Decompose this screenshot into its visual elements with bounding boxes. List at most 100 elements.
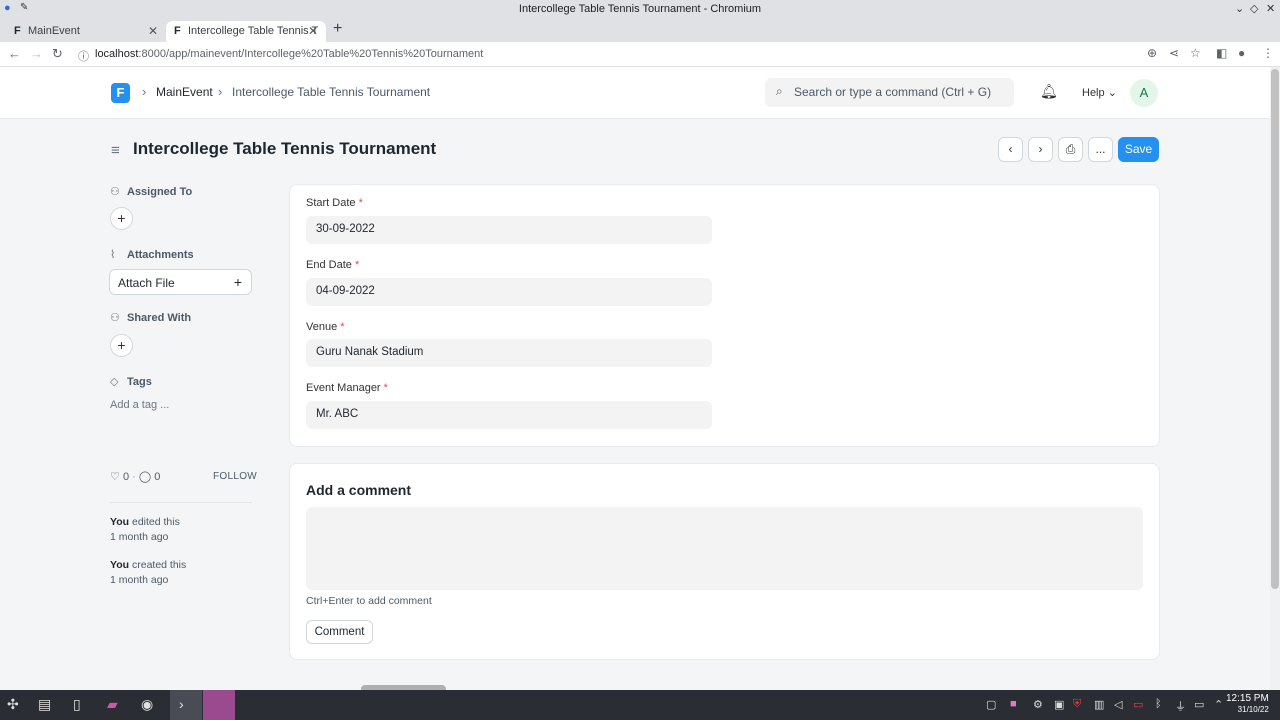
site-info-icon[interactable]: ⓘ bbox=[78, 48, 89, 64]
add-share-button[interactable]: + bbox=[110, 334, 133, 357]
tags-section: ◇ Tags bbox=[110, 376, 152, 388]
zoom-icon[interactable]: ⊕ bbox=[1147, 46, 1157, 60]
tab-mainevent[interactable]: F MainEvent ✕ bbox=[0, 21, 166, 42]
chevron-right-icon: › bbox=[1038, 142, 1043, 156]
active-taskbar-app[interactable] bbox=[203, 690, 235, 720]
comment-count: 0 bbox=[154, 471, 161, 483]
activity-action: created this bbox=[129, 559, 187, 571]
field-label-text: Venue bbox=[306, 321, 338, 333]
venue-label: Venue * bbox=[306, 321, 345, 333]
more-menu-button[interactable]: ... bbox=[1088, 137, 1113, 162]
url-host: localhost bbox=[95, 48, 139, 60]
maximize-icon[interactable]: ◇ bbox=[1250, 2, 1258, 15]
tray-app-icon[interactable]: ▣ bbox=[1054, 698, 1064, 711]
tab-strip: F MainEvent ✕ F Intercollege Table Tenni… bbox=[0, 19, 1280, 42]
scrollbar-thumb[interactable] bbox=[1271, 69, 1279, 589]
task-manager-icon[interactable]: ▤ bbox=[38, 696, 51, 713]
next-doc-button[interactable]: › bbox=[1028, 137, 1053, 162]
end-date-field[interactable]: 04-09-2022 bbox=[306, 278, 712, 306]
help-label: Help bbox=[1082, 87, 1105, 99]
add-assignee-button[interactable]: + bbox=[110, 207, 133, 230]
frappe-favicon-icon: F bbox=[174, 25, 181, 37]
reload-icon[interactable]: ↻ bbox=[52, 46, 63, 62]
tags-label: Tags bbox=[127, 376, 152, 388]
address-bar[interactable]: localhost:8000/app/mainevent/Intercolleg… bbox=[95, 48, 483, 60]
back-icon[interactable]: ← bbox=[8, 46, 21, 61]
field-label-text: End Date bbox=[306, 259, 352, 271]
files-icon[interactable]: ▯ bbox=[73, 696, 81, 713]
activity-actor: You bbox=[110, 516, 130, 528]
comment-icon[interactable]: ◯ bbox=[139, 471, 151, 483]
follow-button[interactable]: FOLLOW bbox=[213, 471, 257, 482]
breadcrumb-mainevent[interactable]: MainEvent bbox=[156, 85, 213, 99]
window-titlebar: ● ✎ Intercollege Table Tennis Tournament… bbox=[0, 0, 1280, 19]
help-dropdown[interactable]: Help ⌄ bbox=[1082, 86, 1117, 99]
add-tag-link[interactable]: Add a tag ... bbox=[110, 399, 169, 411]
comment-heading: Add a comment bbox=[306, 482, 412, 498]
forward-icon[interactable]: → bbox=[30, 46, 43, 61]
usb-icon[interactable]: ⏚ bbox=[1175, 698, 1186, 714]
file-manager-icon[interactable]: ▰ bbox=[107, 696, 118, 713]
clock[interactable]: 12:15 PM 31/10/22 bbox=[1226, 693, 1269, 715]
sidebar-toggle-icon[interactable]: ≡ bbox=[111, 142, 120, 159]
side-panel-icon[interactable]: ◧ bbox=[1216, 46, 1227, 60]
previous-doc-button[interactable]: ‹ bbox=[998, 137, 1023, 162]
activity-item: You created this 1 month ago bbox=[110, 558, 186, 588]
chevron-right-icon: › bbox=[142, 84, 147, 99]
venue-field[interactable]: Guru Nanak Stadium bbox=[306, 339, 712, 367]
breadcrumb-current[interactable]: Intercollege Table Tennis Tournament bbox=[232, 85, 430, 99]
settings-icon[interactable]: ⚙ bbox=[1033, 698, 1043, 711]
comment-input[interactable] bbox=[306, 507, 1143, 590]
share-icon[interactable]: ⋖ bbox=[1169, 46, 1179, 60]
bookmark-star-icon[interactable]: ☆ bbox=[1190, 46, 1201, 60]
clipboard-icon[interactable]: ▥ bbox=[1094, 698, 1104, 711]
window-icon[interactable]: ▢ bbox=[986, 698, 996, 711]
color-icon[interactable]: ■ bbox=[1010, 698, 1017, 710]
chevron-up-icon[interactable]: ⌃ bbox=[1214, 698, 1223, 711]
os-taskbar: ✣ ▤ ▯ ▰ ◉ › ▢ ■ ⚙ ▣ ⛨ ▥ ◁ ▭ ᛒ ⏚ ▭ ⌃ 12:1… bbox=[0, 690, 1280, 720]
attach-file-button[interactable]: Attach File + bbox=[109, 269, 252, 295]
browser-menu-icon[interactable]: ⋮ bbox=[1262, 46, 1274, 60]
search-input[interactable]: ⌕ Search or type a command (Ctrl + G) bbox=[765, 78, 1014, 107]
tab-intercollege[interactable]: F Intercollege Table Tennis T ✕ bbox=[166, 21, 326, 42]
url-path: :8000/app/mainevent/Intercollege%20Table… bbox=[138, 48, 484, 60]
activity-action: edited this bbox=[129, 516, 180, 528]
app-logo[interactable]: F bbox=[111, 83, 130, 103]
network-icon[interactable]: ▭ bbox=[1194, 698, 1204, 711]
search-icon: ⌕ bbox=[776, 84, 783, 98]
required-indicator: * bbox=[340, 321, 345, 333]
terminal-taskbar-app[interactable]: › bbox=[170, 690, 202, 720]
close-tab-icon[interactable]: ✕ bbox=[308, 24, 318, 38]
notification-bell-icon[interactable]: 🔔︎ bbox=[1040, 83, 1058, 100]
new-tab-icon[interactable]: + bbox=[333, 20, 342, 38]
event-manager-label: Event Manager * bbox=[306, 382, 388, 394]
avatar[interactable]: A bbox=[1130, 79, 1158, 107]
heart-icon[interactable]: ♡ bbox=[110, 471, 120, 483]
tab-label: MainEvent bbox=[28, 25, 80, 37]
clock-date: 31/10/22 bbox=[1237, 705, 1269, 714]
launcher-icon[interactable]: ✣ bbox=[7, 696, 19, 713]
chrome-icon[interactable]: ◉ bbox=[141, 696, 153, 713]
window-title: Intercollege Table Tennis Tournament - C… bbox=[518, 3, 762, 15]
profile-icon[interactable]: ● bbox=[1238, 46, 1245, 60]
sidebar-divider bbox=[110, 502, 252, 503]
search-placeholder: Search or type a command (Ctrl + G) bbox=[794, 85, 992, 99]
comment-button[interactable]: Comment bbox=[306, 620, 373, 644]
attachments-section: ⌇ Attachments bbox=[110, 249, 194, 261]
social-stats: ♡ 0 · ◯ 0 bbox=[110, 471, 161, 483]
assigned-to-section: ⚇ Assigned To bbox=[110, 186, 192, 198]
frappe-favicon-icon: F bbox=[14, 25, 21, 37]
battery-icon[interactable]: ▭ bbox=[1133, 698, 1143, 711]
required-indicator: * bbox=[358, 197, 363, 209]
event-manager-field[interactable]: Mr. ABC bbox=[306, 401, 712, 429]
minimize-icon[interactable]: ⌄ bbox=[1235, 2, 1244, 15]
required-indicator: * bbox=[383, 382, 388, 394]
volume-icon[interactable]: ◁ bbox=[1114, 698, 1122, 711]
save-button[interactable]: Save bbox=[1118, 137, 1159, 162]
print-button[interactable]: ⎙ bbox=[1058, 137, 1083, 162]
bluetooth-icon[interactable]: ᛒ bbox=[1155, 698, 1162, 710]
start-date-field[interactable]: 30-09-2022 bbox=[306, 216, 712, 244]
close-window-icon[interactable]: ✕ bbox=[1266, 2, 1275, 15]
close-tab-icon[interactable]: ✕ bbox=[148, 24, 158, 38]
shield-icon[interactable]: ⛨ bbox=[1073, 698, 1081, 711]
